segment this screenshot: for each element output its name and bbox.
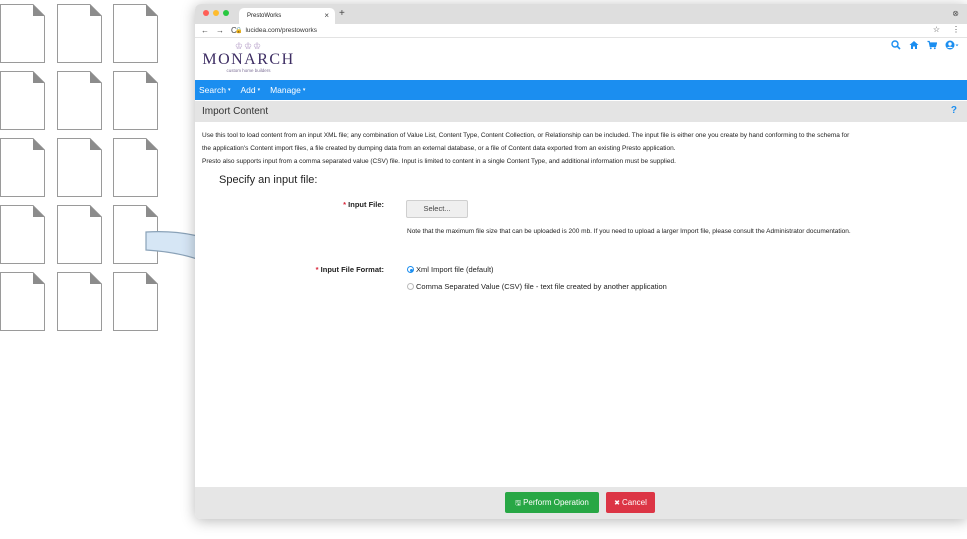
forward-icon[interactable]: → (216, 26, 224, 35)
file-icon (113, 4, 158, 63)
close-window-dot[interactable] (203, 10, 209, 16)
chevron-down-icon: ▾ (227, 87, 231, 93)
page-title: Import Content (202, 106, 269, 117)
format-option-xml[interactable]: Xml Import file (default) (407, 265, 494, 274)
tab-title: PrestoWorks (247, 13, 282, 19)
brand-name: MONARCH (202, 51, 295, 68)
browser-window: PrestoWorks × + ⊗ ← → C 🔒 lucidea.com/pre… (195, 4, 967, 519)
cancel-label: Cancel (621, 498, 647, 507)
file-icon (57, 138, 102, 197)
format-option-label: Xml Import file (default) (416, 265, 494, 274)
menu-manage-label: Manage (270, 85, 301, 95)
action-footer: 🖫 Perform Operation ✖ Cancel (195, 487, 967, 519)
page-description: Use this tool to load content from an in… (202, 129, 960, 168)
home-icon[interactable] (909, 40, 919, 50)
help-icon[interactable]: ? (951, 105, 957, 116)
file-icon (57, 205, 102, 264)
tab-close-icon[interactable]: × (324, 11, 329, 20)
radio-unselected-icon[interactable] (407, 283, 414, 290)
url-field[interactable]: 🔒 lucidea.com/prestoworks (235, 27, 317, 34)
required-marker: * (315, 265, 319, 274)
perform-operation-label: Perform Operation (523, 498, 589, 507)
file-icon (0, 205, 45, 264)
description-line: Use this tool to load content from an in… (202, 132, 850, 139)
minimize-window-dot[interactable] (213, 10, 219, 16)
file-icon (0, 71, 45, 130)
menu-search-label: Search (199, 85, 226, 95)
menu-add-label: Add (240, 85, 256, 95)
header-icons (891, 40, 959, 50)
file-icon (57, 4, 102, 63)
page-title-bar: Import Content ? (195, 101, 967, 122)
select-file-button[interactable]: Select... (406, 200, 468, 218)
description-line: Presto also supports input from a comma … (202, 158, 676, 165)
window-controls[interactable] (203, 10, 229, 16)
menu-manage[interactable]: Manage ▾ (270, 85, 305, 95)
file-icon (57, 71, 102, 130)
file-icon (113, 71, 158, 130)
format-option-csv[interactable]: Comma Separated Value (CSV) file - text … (407, 282, 667, 291)
menu-add[interactable]: Add ▾ (240, 85, 260, 95)
monarch-logo[interactable]: ♔♔♔ MONARCH custom home builders (201, 40, 296, 78)
user-icon[interactable] (945, 40, 959, 50)
section-title: Specify an input file: (219, 174, 318, 186)
chevron-down-icon: ▾ (302, 87, 306, 93)
maximize-window-dot[interactable] (223, 10, 229, 16)
url-text: lucidea.com/prestoworks (245, 27, 318, 34)
file-icon (0, 138, 45, 197)
screenshot-stage: PrestoWorks × + ⊗ ← → C 🔒 lucidea.com/pre… (0, 0, 967, 539)
menu-search[interactable]: Search ▾ (199, 85, 230, 95)
more-menu-icon[interactable]: ⋮ (952, 25, 960, 34)
format-option-label: Comma Separated Value (CSV) file - text … (416, 282, 667, 291)
browser-menu-icon[interactable]: ⊗ (952, 9, 959, 18)
bookmark-star-icon[interactable]: ☆ (933, 25, 940, 34)
input-format-label-text: Input File Format: (320, 265, 384, 274)
app-header: ♔♔♔ MONARCH custom home builders (195, 38, 967, 80)
input-format-label: * Input File Format: (275, 265, 384, 274)
save-icon: 🖫 (515, 500, 522, 507)
file-icon (0, 272, 45, 331)
cancel-button[interactable]: ✖ Cancel (606, 492, 655, 513)
input-file-label: * Input File: (295, 200, 384, 209)
input-file-label-text: Input File: (348, 200, 384, 209)
search-icon[interactable] (891, 40, 901, 50)
file-size-note: Note that the maximum file size that can… (407, 228, 851, 235)
description-line: the application's Content import files, … (202, 145, 676, 152)
back-icon[interactable]: ← (201, 26, 209, 35)
close-icon: ✖ (614, 500, 620, 507)
new-tab-button[interactable]: + (339, 8, 345, 19)
browser-tab-strip: PrestoWorks × + ⊗ (195, 4, 967, 24)
address-bar: ← → C 🔒 lucidea.com/prestoworks ☆ ⋮ (195, 24, 967, 38)
perform-operation-button[interactable]: 🖫 Perform Operation (505, 492, 599, 513)
file-icon (57, 272, 102, 331)
file-icon (113, 138, 158, 197)
brand-tagline: custom home builders (226, 68, 271, 73)
required-marker: * (343, 200, 347, 209)
cart-icon[interactable] (927, 40, 937, 50)
chevron-down-icon: ▾ (257, 87, 261, 93)
file-icon (0, 4, 45, 63)
browser-tab[interactable]: PrestoWorks × (239, 8, 335, 24)
main-menu-bar: Search ▾ Add ▾ Manage ▾ (195, 80, 967, 100)
radio-selected-icon[interactable] (407, 266, 414, 273)
lock-icon: 🔒 (235, 28, 243, 34)
